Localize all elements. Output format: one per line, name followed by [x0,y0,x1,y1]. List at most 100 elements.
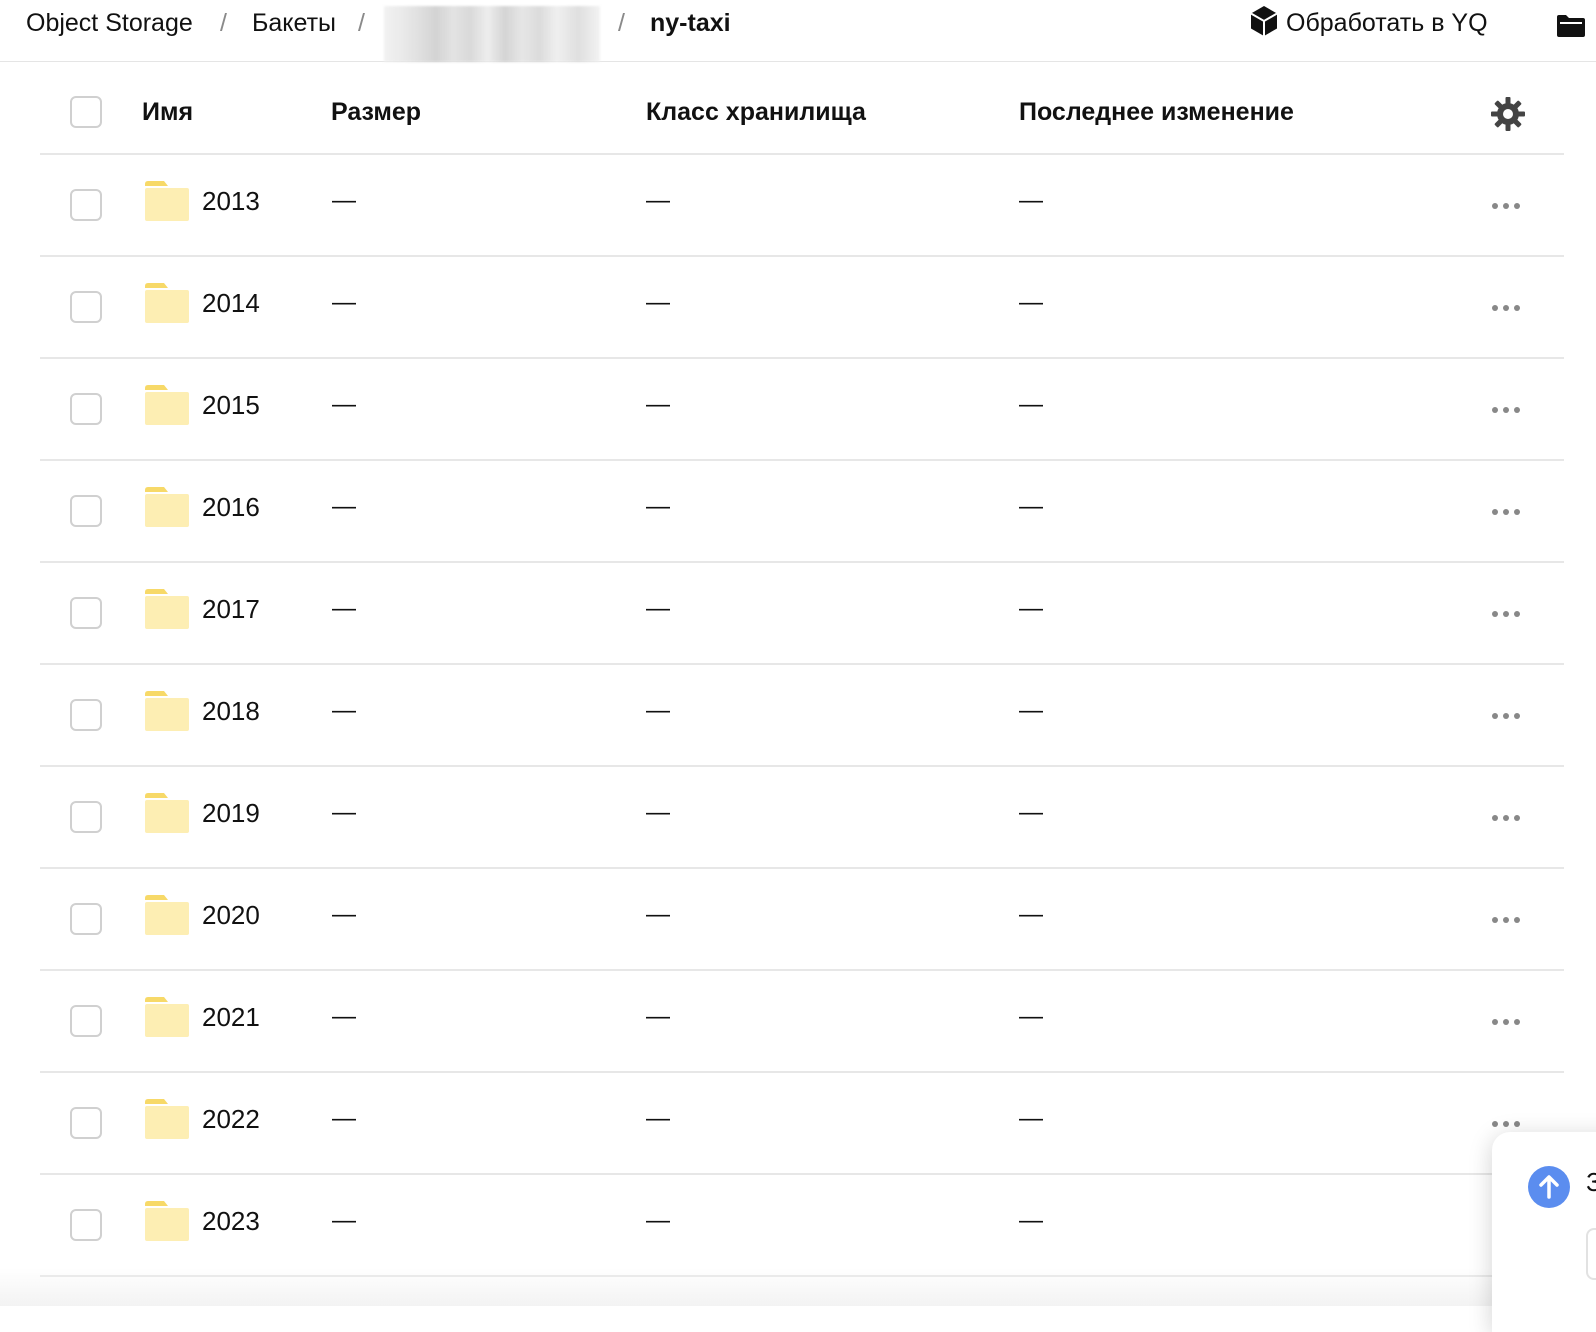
table-row[interactable]: 2016 — — — [40,461,1564,563]
header: Object Storage / Бакеты / / ny-taxi Обра… [0,0,1596,62]
column-header-modified[interactable]: Последнее изменение [1019,97,1294,127]
size-cell: — [332,901,356,928]
row-checkbox[interactable] [70,1107,102,1139]
column-header-size[interactable]: Размер [331,97,421,127]
breadcrumb-bucket-hidden[interactable] [384,6,600,62]
more-icon[interactable] [1486,1005,1526,1037]
row-checkbox[interactable] [70,495,102,527]
table-row[interactable]: 2020 — — — [40,869,1564,971]
table-row[interactable]: 2015 — — — [40,359,1564,461]
folder-name[interactable]: 2021 [202,1001,260,1033]
table-row[interactable]: 2013 — — — [40,155,1564,257]
folder-icon [144,385,190,430]
storage-class-cell: — [646,493,670,520]
bottom-fade [0,1268,1596,1306]
row-checkbox[interactable] [70,597,102,629]
select-all-checkbox[interactable] [70,96,102,128]
yq-icon [1248,5,1280,42]
table-row[interactable]: 2019 — — — [40,767,1564,869]
modified-cell: — [1019,697,1043,724]
table-row[interactable]: 2017 — — — [40,563,1564,665]
modified-cell: — [1019,1207,1043,1234]
folder-icon [144,997,190,1042]
size-cell: — [332,187,356,214]
breadcrumb-object-storage[interactable]: Object Storage [26,8,193,38]
upload-icon [1528,1166,1570,1213]
folder-name[interactable]: 2020 [202,899,260,931]
more-icon[interactable] [1486,291,1526,323]
table-header: Имя Размер Класс хранилища Последнее изм… [40,62,1564,155]
table-row[interactable]: 2023 — — — [40,1175,1564,1277]
folder-name[interactable]: 2018 [202,695,260,727]
storage-class-cell: — [646,595,670,622]
folder-icon [144,589,190,634]
process-in-yq-label: Обработать в YQ [1286,9,1488,37]
size-cell: — [332,697,356,724]
modified-cell: — [1019,289,1043,316]
row-checkbox[interactable] [70,393,102,425]
modified-cell: — [1019,595,1043,622]
folder-icon [144,691,190,736]
table-row[interactable]: 2018 — — — [40,665,1564,767]
size-cell: — [332,799,356,826]
table-row[interactable]: 2014 — — — [40,257,1564,359]
folder-name[interactable]: 2016 [202,491,260,523]
folder-name[interactable]: 2017 [202,593,260,625]
breadcrumb-separator: / [358,9,365,37]
storage-class-cell: — [646,1207,670,1234]
more-icon[interactable] [1486,699,1526,731]
folder-icon [144,181,190,226]
upload-action-button[interactable] [1586,1228,1596,1280]
row-checkbox[interactable] [70,291,102,323]
folder-name[interactable]: 2013 [202,185,260,217]
folder-name[interactable]: 2019 [202,797,260,829]
folder-name[interactable]: 2023 [202,1205,260,1237]
row-checkbox[interactable] [70,1209,102,1241]
row-checkbox[interactable] [70,903,102,935]
more-icon[interactable] [1486,495,1526,527]
storage-class-cell: — [646,901,670,928]
row-checkbox[interactable] [70,801,102,833]
folder-name[interactable]: 2022 [202,1103,260,1135]
folder-icon [144,1099,190,1144]
modified-cell: — [1019,901,1043,928]
folder-icon [144,895,190,940]
breadcrumb-current: ny-taxi [650,9,731,37]
folder-name[interactable]: 2015 [202,389,260,421]
size-cell: — [332,1003,356,1030]
size-cell: — [332,1207,356,1234]
modified-cell: — [1019,391,1043,418]
storage-class-cell: — [646,391,670,418]
row-checkbox[interactable] [70,1005,102,1037]
more-icon[interactable] [1486,801,1526,833]
process-in-yq-button[interactable]: Обработать в YQ [1248,5,1488,38]
breadcrumb-separator: / [220,9,227,37]
modified-cell: — [1019,1003,1043,1030]
row-checkbox[interactable] [70,699,102,731]
modified-cell: — [1019,1105,1043,1132]
column-header-storage-class[interactable]: Класс хранилища [646,97,866,127]
size-cell: — [332,391,356,418]
folder-icon [144,793,190,838]
folder-action-button[interactable] [1556,14,1586,43]
more-icon[interactable] [1486,903,1526,935]
modified-cell: — [1019,493,1043,520]
more-icon[interactable] [1486,189,1526,221]
folder-icon [144,1201,190,1246]
row-checkbox[interactable] [70,189,102,221]
folder-icon [144,487,190,532]
gear-icon[interactable] [1490,96,1526,137]
breadcrumb-buckets[interactable]: Бакеты [252,8,336,38]
storage-class-cell: — [646,1105,670,1132]
table-row[interactable]: 2022 — — — [40,1073,1564,1175]
breadcrumb-separator: / [618,9,625,37]
folder-icon [144,283,190,328]
column-header-name[interactable]: Имя [142,97,193,127]
size-cell: — [332,1105,356,1132]
folder-name[interactable]: 2014 [202,287,260,319]
modified-cell: — [1019,187,1043,214]
table-row[interactable]: 2021 — — — [40,971,1564,1073]
size-cell: — [332,493,356,520]
more-icon[interactable] [1486,393,1526,425]
more-icon[interactable] [1486,597,1526,629]
